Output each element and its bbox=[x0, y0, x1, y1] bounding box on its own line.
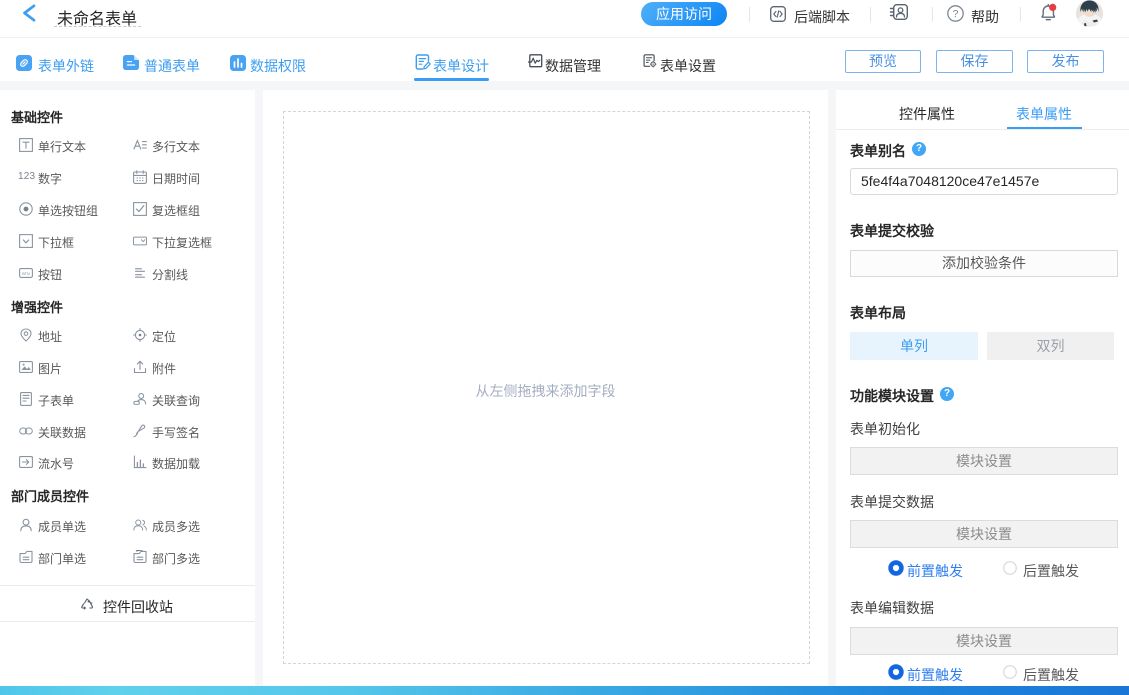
svg-text:?: ? bbox=[953, 8, 959, 20]
svg-text:BTN: BTN bbox=[22, 272, 30, 276]
